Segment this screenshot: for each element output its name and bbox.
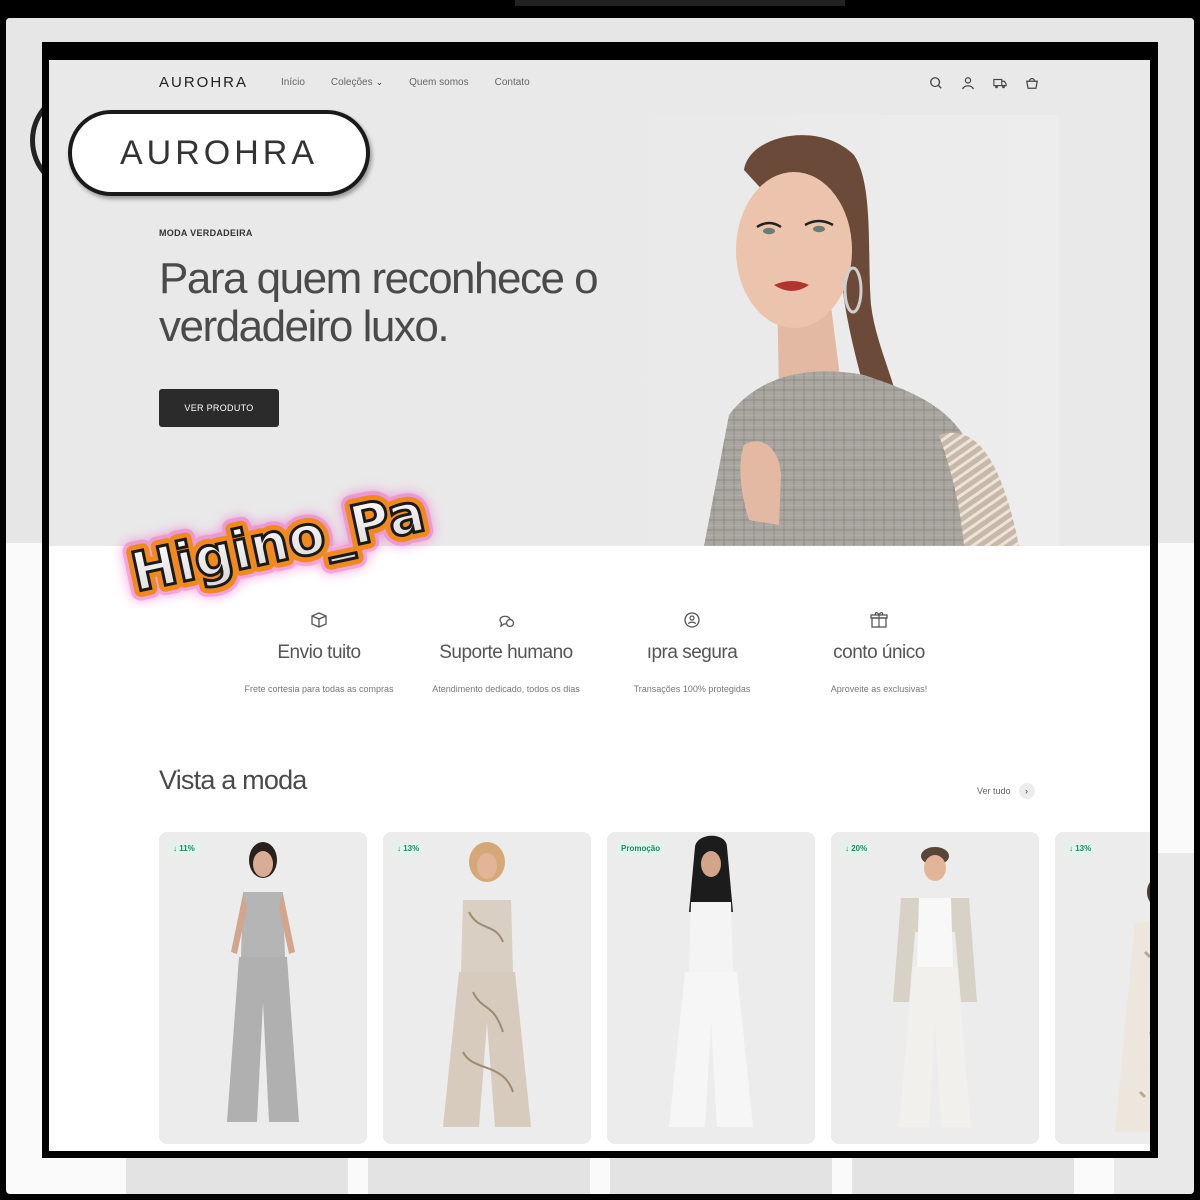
background-card xyxy=(126,1156,348,1194)
hero-model-image xyxy=(609,115,1059,546)
watermark-sticker: Higino_Pa Higino_Pa Higino_Pa xyxy=(116,471,441,608)
product-image xyxy=(443,842,531,1127)
shield-icon xyxy=(684,612,700,628)
feature-title: ıpra segura xyxy=(646,642,738,663)
features-row: Envio tuito Frete cortesia para todas as… xyxy=(49,610,1150,750)
feature-description: Aproveite as exclusivas! xyxy=(830,684,928,694)
chat-icon xyxy=(499,615,515,628)
nav-item-inicio[interactable]: Início xyxy=(281,77,305,88)
background-card xyxy=(368,1156,590,1194)
feature-description: Transações 100% protegidas xyxy=(633,684,751,694)
view-product-button[interactable]: VER PRODUTO xyxy=(159,389,279,427)
product-carousel: ↓ 11% ↓ 13% Promoção ↓ 20% ↓ 13% xyxy=(159,832,1150,1151)
discount-badge: ↓ 13% xyxy=(1065,842,1096,855)
product-image xyxy=(669,835,753,1127)
product-image xyxy=(893,847,977,1127)
see-all-label: Ver tudo xyxy=(977,786,1011,796)
product-image xyxy=(1115,882,1150,1132)
header-actions xyxy=(927,74,1041,92)
products-section-title: Vista a moda xyxy=(159,765,307,795)
discount-badge: ↓ 13% xyxy=(393,842,424,855)
feature-human-support: Suporte humano Atendimento dedicado, tod… xyxy=(411,610,601,694)
background-card xyxy=(610,1156,832,1194)
search-icon[interactable] xyxy=(927,74,945,92)
feature-free-shipping: Envio tuito Frete cortesia para todas as… xyxy=(224,610,414,694)
hero-kicker: MODA VERDADEIRA xyxy=(159,228,253,238)
promo-badge: Promoção xyxy=(617,842,665,855)
main-nav: Início Coleções ⌄ Quem somos Contato xyxy=(281,77,530,88)
nav-item-contato[interactable]: Contato xyxy=(495,77,530,88)
cart-icon[interactable] xyxy=(1023,74,1041,92)
account-icon[interactable] xyxy=(959,74,977,92)
see-all-link[interactable]: Ver tudo › xyxy=(977,783,1035,799)
gift-icon xyxy=(870,612,888,628)
box-icon xyxy=(311,612,327,628)
feature-description: Atendimento dedicado, todos os dias xyxy=(432,684,580,694)
watermark-text: Higino_Pa xyxy=(126,481,431,605)
product-card[interactable]: ↓ 11% xyxy=(159,832,367,1144)
hero-title-line: verdadeiro luxo. xyxy=(159,302,450,351)
discount-badge: ↓ 11% xyxy=(169,842,199,855)
site-header: AUROHRA Início Coleções ⌄ Quem somos Cont… xyxy=(49,60,1150,108)
site-logo[interactable]: AUROHRA xyxy=(159,74,248,91)
nav-item-label: Coleções xyxy=(330,77,373,88)
feature-unique-discount: conto único Aproveite as exclusivas! xyxy=(784,610,974,694)
discount-badge: ↓ 20% xyxy=(841,842,872,855)
background-card xyxy=(852,1156,1074,1194)
nav-item-colecoes[interactable]: Coleções ⌄ xyxy=(331,77,383,88)
product-image xyxy=(227,842,299,1122)
product-card[interactable]: ↓ 20% xyxy=(831,832,1039,1144)
feature-secure-purchase: ıpra segura Transações 100% protegidas xyxy=(597,610,787,694)
feature-title: Suporte humano xyxy=(439,642,573,663)
arrow-right-icon: › xyxy=(1018,783,1035,799)
product-card[interactable]: Promoção xyxy=(607,832,815,1144)
feature-description: Frete cortesia para todas as compras xyxy=(244,684,394,694)
product-card[interactable]: ↓ 13% xyxy=(383,832,591,1144)
nav-item-quem-somos[interactable]: Quem somos xyxy=(409,77,468,88)
feature-title: Envio tuito xyxy=(277,642,361,663)
top-edge-bar xyxy=(515,0,845,6)
hero-title: Para quem reconhece o verdadeiro luxo. xyxy=(159,255,629,351)
feature-title: conto único xyxy=(833,642,925,663)
product-card[interactable]: ↓ 13% xyxy=(1055,832,1150,1144)
chevron-down-icon: ⌄ xyxy=(375,77,384,87)
hero-title-line: Para quem reconhece o xyxy=(159,254,599,303)
truck-icon[interactable] xyxy=(991,74,1009,92)
brand-logo-text: AUROHRA xyxy=(119,133,319,172)
brand-logo-badge: AUROHRA xyxy=(68,110,370,196)
